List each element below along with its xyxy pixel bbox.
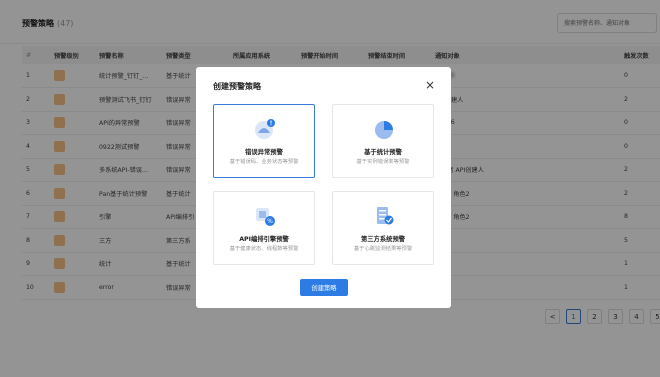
card-title: 错误异常预警: [245, 149, 283, 156]
card-desc: 基于实例错误率等预警: [356, 159, 410, 165]
error-alert-icon: [255, 119, 275, 139]
card-title: 第三方系统预警: [360, 236, 406, 243]
card-title: 基于统计预警: [364, 149, 402, 156]
card-title: API编排引擎预警: [239, 236, 289, 243]
api-engine-icon: %: [256, 208, 275, 226]
card-statistics-alert[interactable]: 基于统计预警 基于实例错误率等预警: [332, 104, 434, 178]
close-icon[interactable]: ×: [425, 79, 435, 91]
modal-title: 创建预警策略: [213, 82, 261, 91]
third-party-icon: [377, 207, 394, 225]
create-strategy-button[interactable]: 创建策略: [300, 279, 348, 296]
card-error-alert[interactable]: 错误异常预警 基于错误码、业务状态等预警: [213, 104, 315, 178]
card-third-party-alert[interactable]: 第三方系统预警 基于心跳监测结果等预警: [332, 191, 434, 265]
card-desc: 基于健康状态、线程数等预警: [229, 246, 299, 252]
card-desc: 基于心跳监测结果等预警: [353, 246, 413, 252]
create-strategy-modal: 创建预警策略 × 错误异常预警 基于错误码、业务状态等预警 基于统计预警 基于实…: [196, 67, 451, 308]
svg-text:%: %: [267, 218, 273, 225]
card-desc: 基于错误码、业务状态等预警: [229, 159, 299, 165]
card-api-engine-alert[interactable]: % API编排引擎预警 基于健康状态、线程数等预警: [213, 191, 315, 265]
statistics-icon: [375, 121, 393, 139]
